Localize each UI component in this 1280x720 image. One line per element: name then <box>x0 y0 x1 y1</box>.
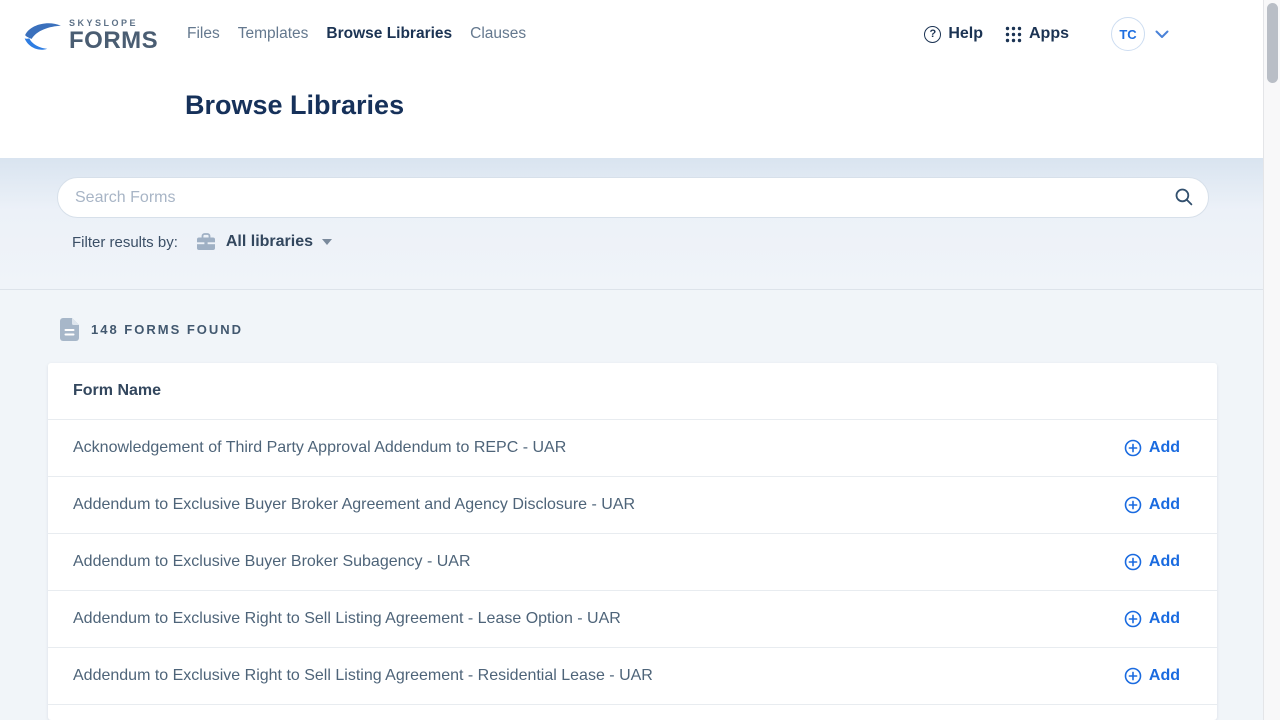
page: SKYSLOPE FORMS Files Templates Browse Li… <box>0 0 1280 720</box>
filter-row: Filter results by: All libraries <box>72 233 1263 251</box>
add-label: Add <box>1149 667 1180 685</box>
apps-label: Apps <box>1029 25 1069 43</box>
help-button[interactable]: ? Help <box>924 25 983 43</box>
nav-item[interactable]: Clauses <box>470 25 526 43</box>
main-content: SKYSLOPE FORMS Files Templates Browse Li… <box>0 0 1263 720</box>
results-count: 148 FORMS FOUND <box>91 322 243 337</box>
table-row: Addendum to Exclusive Right to Sell List… <box>48 648 1217 705</box>
help-icon: ? <box>924 26 941 43</box>
nav-item[interactable]: Files <box>187 25 220 43</box>
search-section: Filter results by: All libraries <box>0 158 1263 290</box>
library-filter-dropdown[interactable]: All libraries <box>226 233 313 251</box>
search-icon[interactable] <box>1174 187 1194 212</box>
plus-circle-icon <box>1124 496 1142 514</box>
form-name: Addendum to Exclusive Right to Sell List… <box>73 667 653 685</box>
vertical-scrollbar[interactable] <box>1263 0 1280 720</box>
logo-text: SKYSLOPE FORMS <box>69 19 158 53</box>
main-nav: Files Templates Browse Libraries Clauses <box>187 25 526 43</box>
search-input[interactable] <box>57 177 1209 218</box>
forms-table: Form Name Acknowledgement of Third Party… <box>48 363 1217 720</box>
app-header: SKYSLOPE FORMS Files Templates Browse Li… <box>0 0 1263 158</box>
form-name: Addendum to Exclusive Buyer Broker Agree… <box>73 496 635 514</box>
apps-grid-icon <box>1005 26 1022 43</box>
skyslope-forms-logo[interactable]: SKYSLOPE FORMS <box>22 19 145 53</box>
filter-caret-down-icon[interactable] <box>322 239 332 245</box>
results-section: 148 FORMS FOUND Form Name Acknowledgemen… <box>0 290 1263 720</box>
user-avatar[interactable]: TC <box>1111 17 1145 51</box>
add-label: Add <box>1149 553 1180 571</box>
briefcase-icon <box>196 233 216 251</box>
plus-circle-icon <box>1124 553 1142 571</box>
add-form-button[interactable]: Add <box>1124 496 1180 514</box>
table-row: Addendum to Exclusive Right to Sell List… <box>48 591 1217 648</box>
add-form-button[interactable]: Add <box>1124 439 1180 457</box>
results-count-row: 148 FORMS FOUND <box>0 290 1263 341</box>
plus-circle-icon <box>1124 610 1142 628</box>
skyslope-swoosh-icon <box>22 21 64 53</box>
apps-button[interactable]: Apps <box>1005 25 1069 43</box>
scrollbar-thumb[interactable] <box>1267 3 1278 83</box>
document-icon <box>60 318 79 341</box>
form-name-column-header: Form Name <box>73 382 161 400</box>
filter-label: Filter results by: <box>72 234 178 251</box>
table-header-row: Form Name <box>48 363 1217 420</box>
add-label: Add <box>1149 439 1180 457</box>
add-form-button[interactable]: Add <box>1124 553 1180 571</box>
table-row: Addendum to Exclusive Buyer Broker Agree… <box>48 477 1217 534</box>
plus-circle-icon <box>1124 439 1142 457</box>
add-label: Add <box>1149 496 1180 514</box>
form-name: Addendum to Exclusive Right to Sell List… <box>73 610 621 628</box>
table-row: Acknowledgement of Third Party Approval … <box>48 420 1217 477</box>
header-actions: ? Help Apps TC <box>924 17 1263 51</box>
add-form-button[interactable]: Add <box>1124 610 1180 628</box>
nav-item[interactable]: Templates <box>238 25 309 43</box>
logo-forms-label: FORMS <box>69 29 158 53</box>
plus-circle-icon <box>1124 667 1142 685</box>
form-name: Addendum to Exclusive Buyer Broker Subag… <box>73 553 471 571</box>
nav-item[interactable]: Browse Libraries <box>326 25 452 43</box>
add-form-button[interactable]: Add <box>1124 667 1180 685</box>
search-bar <box>57 177 1209 218</box>
account-menu-chevron-down-icon[interactable] <box>1155 30 1169 39</box>
page-title: Browse Libraries <box>185 90 1263 121</box>
table-row: Addendum to Exclusive Buyer Broker Subag… <box>48 534 1217 591</box>
help-label: Help <box>948 25 983 43</box>
table-body: Acknowledgement of Third Party Approval … <box>48 420 1217 705</box>
add-label: Add <box>1149 610 1180 628</box>
top-bar: SKYSLOPE FORMS Files Templates Browse Li… <box>0 0 1263 68</box>
form-name: Acknowledgement of Third Party Approval … <box>73 439 566 457</box>
